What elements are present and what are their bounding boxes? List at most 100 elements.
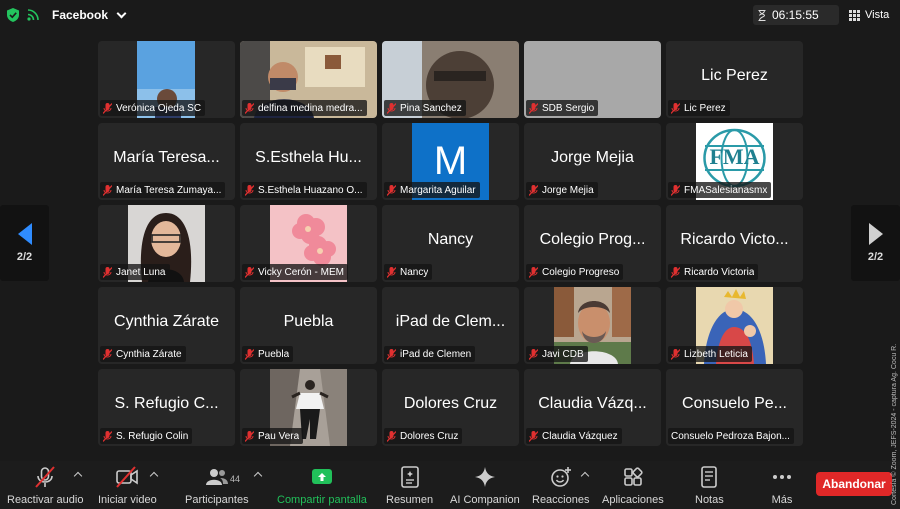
participant-tile[interactable]: Lic Perez Lic Perez [666, 41, 803, 118]
muted-mic-icon [387, 430, 396, 442]
participant-name: Jorge Mejia [542, 184, 594, 196]
muted-mic-icon [245, 184, 254, 196]
page-indicator-right: 2/2 [867, 251, 884, 263]
muted-mic-icon [245, 102, 254, 114]
share-screen-button[interactable]: Compartir pantalla [277, 465, 367, 506]
participant-display-name: S. Refugio C... [114, 395, 219, 412]
app-selector[interactable]: Facebook [46, 5, 131, 25]
muted-mic-icon [387, 102, 396, 114]
participant-tile[interactable]: Dolores Cruz Dolores Cruz [382, 369, 519, 446]
muted-mic-icon [529, 266, 538, 278]
participant-name-tag: Pau Vera [242, 428, 304, 444]
participant-tile[interactable]: Lizbeth Leticia [666, 287, 803, 364]
start-video-button[interactable]: Iniciar video [98, 465, 157, 506]
participant-tile[interactable]: Pina Sanchez [382, 41, 519, 118]
participant-display-name: Consuelo Pe... [682, 395, 787, 412]
participant-display-name: Puebla [283, 313, 334, 330]
participant-tile[interactable]: Javi CDB [524, 287, 661, 364]
participant-name-tag: Jorge Mejia [526, 182, 598, 198]
signal-icon[interactable] [27, 8, 40, 21]
notes-button[interactable]: Notas [695, 465, 724, 506]
next-page-button[interactable]: 2/2 [851, 205, 900, 281]
participant-display-name: María Teresa... [113, 149, 220, 166]
participants-button[interactable]: Participantes [185, 465, 249, 506]
participant-name: delfina medina medra... [258, 102, 363, 114]
ai-companion-button[interactable]: AI Companion [450, 465, 520, 506]
participant-display-name: Dolores Cruz [403, 395, 498, 412]
apps-label: Aplicaciones [602, 494, 664, 506]
participant-tile[interactable]: M Margarita Aguilar [382, 123, 519, 200]
participant-tile[interactable]: Jorge Mejia Jorge Mejia [524, 123, 661, 200]
participant-name: Cynthia Zárate [116, 348, 182, 360]
participant-name-tag: S. Refugio Colin [100, 428, 193, 444]
apps-button[interactable]: Aplicaciones [602, 465, 664, 506]
participant-name-tag: Verónica Ojeda SC [100, 100, 206, 116]
participant-tile[interactable]: delfina medina medra... [240, 41, 377, 118]
participant-name: FMASalesianasmx [684, 184, 768, 196]
participant-name-tag: delfina medina medra... [242, 100, 367, 116]
participant-name-tag: S.Esthela Huazano O... [242, 182, 367, 198]
chevron-down-icon [116, 8, 127, 18]
participant-tile[interactable]: Pau Vera [240, 369, 377, 446]
more-button[interactable]: Más [770, 465, 794, 506]
participant-tile[interactable]: Nancy Nancy [382, 205, 519, 282]
participant-display-name: Nancy [427, 231, 474, 248]
participant-name: Lic Perez [684, 102, 726, 114]
shield-icon[interactable] [7, 8, 19, 22]
participant-tile[interactable]: Verónica Ojeda SC [98, 41, 235, 118]
prev-page-button[interactable]: 2/2 [0, 205, 49, 281]
participant-name-tag: María Teresa Zumaya... [100, 182, 226, 198]
participant-name: Pina Sanchez [400, 102, 462, 114]
participant-tile[interactable]: Vicky Cerón - MEM [240, 205, 377, 282]
participants-options-caret-icon[interactable] [253, 471, 263, 481]
reactions-label: Reacciones [532, 494, 590, 506]
muted-mic-icon [245, 266, 254, 278]
muted-mic-icon [245, 348, 254, 360]
participant-tile[interactable]: Colegio Prog... Colegio Progreso [524, 205, 661, 282]
participant-name: Nancy [400, 266, 429, 278]
muted-mic-icon [529, 102, 538, 114]
participant-name: Ricardo Victoria [684, 266, 755, 278]
participant-name: Margarita Aguilar [400, 184, 476, 196]
grid-view-icon [849, 9, 860, 21]
participant-name-tag: SDB Sergio [526, 100, 599, 116]
leave-meeting-button[interactable]: Abandonar [816, 472, 892, 496]
participant-tile[interactable]: Cynthia Zárate Cynthia Zárate [98, 287, 235, 364]
participant-name: S. Refugio Colin [116, 430, 189, 442]
participant-name-tag: Colegio Progreso [526, 264, 624, 280]
participant-name: SDB Sergio [542, 102, 595, 114]
participant-name-tag: Cynthia Zárate [100, 346, 186, 362]
participant-tile[interactable]: S.Esthela Hu... S.Esthela Huazano O... [240, 123, 377, 200]
participant-tile[interactable]: María Teresa... María Teresa Zumaya... [98, 123, 235, 200]
participant-tile[interactable]: S. Refugio C... S. Refugio Colin [98, 369, 235, 446]
participant-tile[interactable]: Consuelo Pe... Consuelo Pedroza Bajon... [666, 369, 803, 446]
muted-mic-icon [387, 184, 396, 196]
photo-credit-text: Cortesía © Zoom, JEFS-2024 - captura Ag.… [890, 344, 898, 505]
meeting-timer[interactable]: 06:15:55 [753, 5, 839, 25]
participants-count: 44 [230, 474, 241, 484]
participant-display-name: S.Esthela Hu... [255, 149, 362, 166]
mic-muted-icon [35, 466, 55, 488]
participant-tile[interactable]: SDB Sergio [524, 41, 661, 118]
unmute-audio-button[interactable]: Reactivar audio [7, 465, 83, 506]
summary-button[interactable]: Resumen [386, 465, 433, 506]
view-button[interactable]: Vista [849, 5, 889, 25]
participant-display-name: Ricardo Victo... [680, 231, 789, 248]
participant-display-name: Colegio Prog... [539, 231, 646, 248]
start-video-label: Iniciar video [98, 494, 157, 506]
participant-tile[interactable]: Claudia Vázq... Claudia Vázquez [524, 369, 661, 446]
participant-name-tag: Javi CDB [526, 346, 588, 362]
reactions-button[interactable]: Reacciones [532, 465, 589, 506]
muted-mic-icon [245, 430, 254, 442]
participant-name: Colegio Progreso [542, 266, 620, 278]
page-indicator-left: 2/2 [16, 251, 33, 263]
participant-name: Verónica Ojeda SC [116, 102, 202, 114]
muted-mic-icon [529, 430, 538, 442]
participant-tile[interactable]: FMA FMASalesianasmx [666, 123, 803, 200]
muted-mic-icon [103, 102, 112, 114]
emoji-plus-icon [550, 467, 571, 487]
participant-tile[interactable]: Ricardo Victo... Ricardo Victoria [666, 205, 803, 282]
participant-tile[interactable]: Puebla Puebla [240, 287, 377, 364]
participant-tile[interactable]: Janet Luna [98, 205, 235, 282]
participant-tile[interactable]: iPad de Clem... iPad de Clemen [382, 287, 519, 364]
